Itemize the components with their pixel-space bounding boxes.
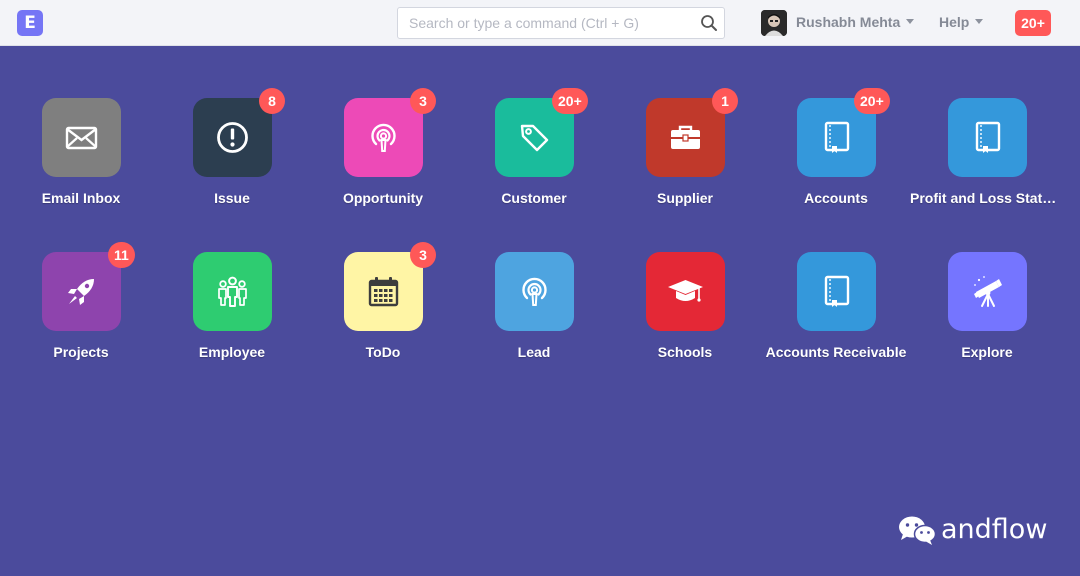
module-icon-box[interactable]: [193, 252, 272, 331]
module-label: Supplier: [656, 190, 713, 206]
module-icon-box[interactable]: [646, 98, 725, 177]
help-menu[interactable]: Help: [939, 14, 984, 30]
chevron-down-icon: [975, 18, 984, 24]
watermark-text: andflow: [941, 514, 1048, 545]
module-label: Explore: [961, 344, 1013, 360]
module-accounts-receivable[interactable]: Accounts Receivable: [763, 252, 909, 372]
module-label: Schools: [657, 344, 713, 360]
chevron-down-icon: [906, 18, 915, 24]
module-profit-and-loss-statement[interactable]: Profit and Loss Statement: [910, 98, 1064, 218]
module-icon-box[interactable]: [495, 252, 574, 331]
notification-count-badge: 3: [410, 88, 436, 114]
briefcase-icon: [671, 125, 700, 149]
module-lead[interactable]: Lead: [461, 252, 607, 372]
notification-count-badge: 8: [259, 88, 285, 114]
module-label: Accounts: [804, 190, 868, 206]
search-input[interactable]: [398, 8, 694, 38]
module-label: Employee: [198, 344, 266, 360]
module-icon-box[interactable]: [948, 98, 1027, 177]
module-label: Projects: [53, 344, 109, 360]
module-label: Email Inbox: [41, 190, 121, 206]
rocket-icon: [68, 279, 94, 305]
exclamation-circle-icon: [217, 122, 248, 153]
telescope-icon: [974, 276, 1002, 307]
module-icon-box[interactable]: [948, 252, 1027, 331]
module-icon-box[interactable]: [797, 252, 876, 331]
broadcast-icon: [522, 277, 547, 306]
module-icon-box[interactable]: [646, 252, 725, 331]
app-logo[interactable]: E: [17, 10, 43, 36]
module-label: Customer: [501, 190, 567, 206]
broadcast-icon: [371, 123, 396, 152]
user-menu[interactable]: Rushabh Mehta: [796, 14, 915, 30]
envelope-icon: [65, 126, 98, 150]
avatar[interactable]: [761, 10, 787, 36]
search-icon[interactable]: [700, 14, 718, 32]
module-label: Lead: [517, 344, 551, 360]
search-bar[interactable]: [397, 7, 725, 39]
book-icon: [824, 121, 850, 153]
module-customer[interactable]: 20+ Customer: [461, 88, 607, 218]
notification-count-badge: 11: [108, 242, 135, 268]
module-icon-box[interactable]: [193, 98, 272, 177]
module-schools[interactable]: Schools: [612, 252, 758, 372]
group-icon: [218, 276, 247, 307]
module-icon-box[interactable]: [344, 98, 423, 177]
module-supplier[interactable]: 1 Supplier: [612, 88, 758, 218]
book-icon: [824, 275, 850, 307]
notifications-badge[interactable]: 20+: [1015, 10, 1051, 36]
notification-count-badge: 20+: [854, 88, 890, 114]
calendar-icon: [368, 277, 399, 307]
module-icon-box[interactable]: [42, 252, 121, 331]
navbar: E Rushabh Mehta Help 20+: [0, 0, 1080, 46]
module-explore[interactable]: Explore: [914, 252, 1060, 372]
module-issue[interactable]: 8 Issue: [159, 88, 305, 218]
wechat-icon: [899, 516, 937, 545]
graduation-cap-icon: [668, 280, 703, 302]
notification-count-badge: 1: [712, 88, 738, 114]
help-label: Help: [939, 14, 970, 30]
module-opportunity[interactable]: 3 Opportunity: [310, 88, 456, 218]
module-label: ToDo: [365, 344, 401, 360]
module-accounts[interactable]: 20+ Accounts: [763, 88, 909, 218]
notification-count-badge: 20+: [552, 88, 588, 114]
module-label: Opportunity: [342, 190, 424, 206]
module-label: Issue: [214, 190, 250, 206]
module-label: Profit and Loss Statement: [910, 190, 1064, 206]
module-label: Accounts Receivable: [765, 344, 907, 360]
module-projects[interactable]: 11 Projects: [8, 242, 154, 372]
module-employee[interactable]: Employee: [159, 252, 305, 372]
module-icon-box[interactable]: [42, 98, 121, 177]
module-email-inbox[interactable]: Email Inbox: [8, 98, 154, 218]
book-icon: [975, 121, 1001, 153]
module-icon-box[interactable]: [344, 252, 423, 331]
notification-count-badge: 3: [410, 242, 436, 268]
module-todo[interactable]: 3 ToDo: [310, 242, 456, 372]
tag-icon: [520, 124, 549, 152]
user-name: Rushabh Mehta: [796, 14, 901, 30]
